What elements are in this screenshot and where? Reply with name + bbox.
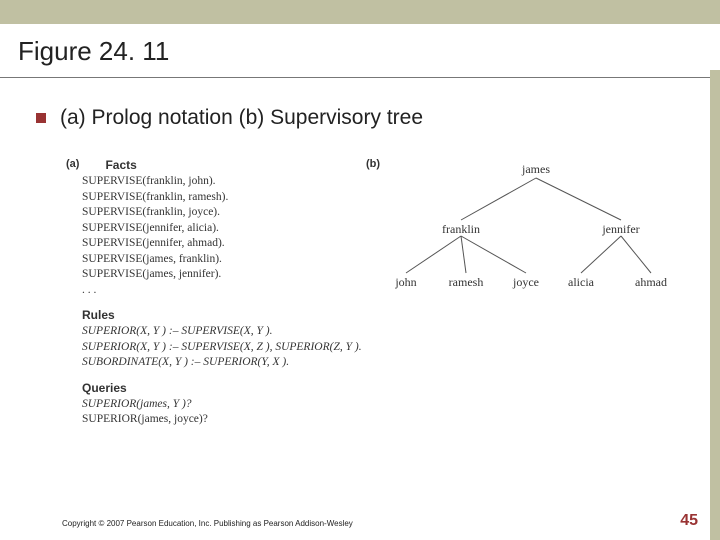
facts-heading: Facts	[105, 158, 346, 172]
tree-edge	[461, 236, 466, 273]
queries-heading: Queries	[82, 381, 346, 395]
bullet-text: (a) Prolog notation (b) Supervisory tree	[60, 106, 423, 130]
title-underline	[0, 77, 720, 78]
supervisory-tree: james franklin jennifer john ramesh joyc…	[366, 158, 686, 318]
rule-line: SUPERIOR(X, Y ) :– SUPERVISE(X, Y ).	[82, 324, 346, 340]
fact-line: SUPERVISE(james, franklin).	[82, 252, 346, 268]
figure-container: (a) Facts SUPERVISE(franklin, john). SUP…	[30, 158, 690, 438]
tree-node-root: james	[521, 162, 550, 176]
tree-node: joyce	[512, 275, 539, 289]
copyright-text: Copyright © 2007 Pearson Education, Inc.…	[62, 519, 353, 528]
figure-part-b: (b) james franklin jennifer john ramesh …	[366, 158, 690, 438]
fact-line: SUPERVISE(franklin, ramesh).	[82, 190, 346, 206]
part-b-label: (b)	[366, 158, 380, 170]
tree-node: franklin	[442, 222, 480, 236]
tree-edge	[461, 236, 526, 273]
page-number: 45	[680, 512, 698, 530]
tree-node: ahmad	[635, 275, 667, 289]
fact-line: SUPERVISE(franklin, john).	[82, 174, 346, 190]
tree-edge	[621, 236, 651, 273]
query-line: SUPERIOR(james, Y )?	[82, 397, 346, 413]
fact-line: SUPERVISE(james, jennifer).	[82, 267, 346, 283]
rule-line: SUPERIOR(X, Y ) :– SUPERVISE(X, Z ), SUP…	[82, 340, 346, 356]
fact-line: SUPERVISE(franklin, joyce).	[82, 205, 346, 221]
square-bullet-icon	[36, 113, 46, 123]
tree-edge	[536, 178, 621, 220]
fact-line: SUPERVISE(jennifer, ahmad).	[82, 236, 346, 252]
tree-node: alicia	[568, 275, 595, 289]
facts-list: SUPERVISE(franklin, john). SUPERVISE(fra…	[82, 174, 346, 298]
rule-line: SUBORDINATE(X, Y ) :– SUPERIOR(Y, X ).	[82, 355, 346, 371]
rules-list: SUPERIOR(X, Y ) :– SUPERVISE(X, Y ). SUP…	[82, 324, 346, 371]
bullet-item: (a) Prolog notation (b) Supervisory tree	[30, 106, 690, 130]
side-accent-strip	[710, 70, 720, 540]
query-line: SUPERIOR(james, joyce)?	[82, 412, 346, 428]
tree-edge	[406, 236, 461, 273]
queries-list: SUPERIOR(james, Y )? SUPERIOR(james, joy…	[82, 397, 346, 428]
tree-edge	[581, 236, 621, 273]
tree-node: ramesh	[449, 275, 484, 289]
tree-node: jennifer	[601, 222, 639, 236]
rules-heading: Rules	[82, 308, 346, 322]
header-accent-bar	[0, 0, 720, 24]
slide-title: Figure 24. 11	[0, 24, 720, 77]
tree-node: john	[394, 275, 416, 289]
part-a-label: (a)	[66, 158, 79, 171]
tree-edge	[461, 178, 536, 220]
content-area: (a) Prolog notation (b) Supervisory tree…	[0, 82, 720, 438]
fact-line: . . .	[82, 283, 346, 299]
figure-part-a: (a) Facts SUPERVISE(franklin, john). SUP…	[66, 158, 346, 438]
fact-line: SUPERVISE(jennifer, alicia).	[82, 221, 346, 237]
